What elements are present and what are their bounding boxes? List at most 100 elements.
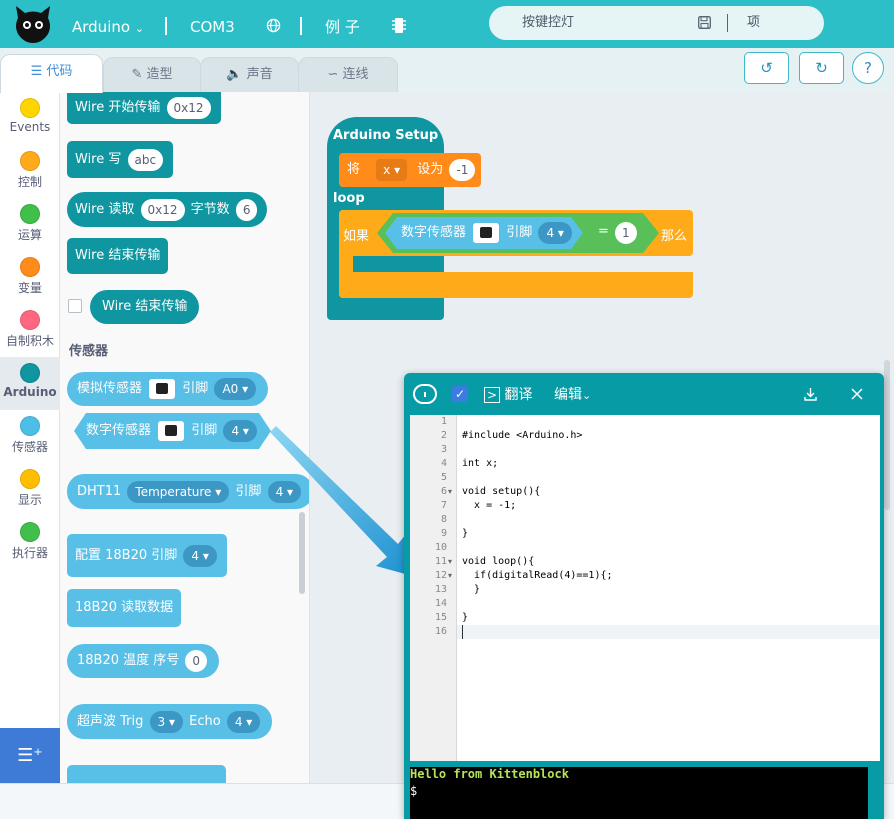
tab-label: 造型 — [146, 67, 173, 82]
category-events[interactable]: Events — [0, 92, 60, 145]
close-icon[interactable] — [851, 388, 863, 400]
category-dot — [20, 469, 40, 489]
block-18b20-read[interactable]: 18B20 读取数据 — [67, 589, 182, 627]
code-panel-header: ✓ > 翻译 编辑⌄ — [404, 373, 884, 415]
line-number: 13 — [434, 584, 447, 595]
addr-input[interactable]: 0x12 — [166, 96, 211, 119]
tab-label: 代码 — [46, 64, 73, 79]
board-menu[interactable]: Arduino ⌄ — [72, 0, 144, 48]
code-line: #include <Arduino.h> — [462, 430, 583, 441]
category-label: Arduino — [3, 385, 57, 399]
block-18b20-config[interactable]: 配置 18B20 引脚 4 ▾ — [67, 534, 227, 577]
pin-dropdown[interactable]: 4 ▾ — [183, 544, 217, 567]
add-extension-button[interactable]: ☰⁺ — [0, 728, 60, 783]
category-label: 显示 — [17, 493, 42, 507]
code-editor[interactable]: #include <Arduino.h> int x; void setup(){ … — [410, 415, 880, 761]
block-wire-end[interactable]: Wire 结束传输 — [67, 238, 169, 274]
mode-dropdown[interactable]: Temperature ▾ — [127, 480, 230, 503]
category-sensors[interactable]: 传感器 — [0, 410, 60, 463]
block-label: 数字传感器 — [401, 225, 467, 240]
category-display[interactable]: 显示 — [0, 463, 60, 516]
pin-dropdown[interactable]: 4 ▾ — [538, 222, 571, 244]
block-analog-sensor[interactable]: 模拟传感器 引脚 A0 ▾ — [67, 372, 269, 406]
block-label: Echo — [189, 714, 221, 729]
translate-button[interactable]: > 翻译 — [484, 373, 533, 417]
category-actuators[interactable]: 执行器 — [0, 516, 60, 569]
variable-dropdown[interactable]: x ▾ — [376, 158, 408, 181]
tab-costumes[interactable]: ✎ 造型 — [103, 57, 201, 93]
block-label: 超声波 Trig — [77, 714, 144, 729]
category-operators[interactable]: 运算 — [0, 198, 60, 251]
line-number: 11 — [434, 556, 447, 567]
bytes-input[interactable]: 6 — [235, 198, 258, 221]
if-block[interactable]: 如果 那么 数字传感器 引脚 4 ▾ = 1 — [339, 210, 693, 298]
block-label: 配置 18B20 引脚 — [75, 548, 178, 563]
download-icon[interactable] — [804, 387, 817, 401]
category-variables[interactable]: 变量 — [0, 251, 60, 304]
console-line: Hello from Kittenblock — [410, 767, 569, 781]
fold-arrow-icon[interactable]: ▾ — [448, 555, 452, 569]
block-wire-write[interactable]: Wire 写 abc — [67, 141, 174, 178]
port-menu[interactable]: COM3 — [190, 0, 235, 48]
edit-label: 编辑 — [554, 387, 582, 403]
index-input[interactable]: 0 — [185, 649, 208, 672]
block-label: Wire 结束传输 — [102, 299, 188, 314]
compare-value-input[interactable]: 1 — [615, 222, 637, 244]
block-18b20-temp[interactable]: 18B20 温度 序号 0 — [67, 644, 220, 678]
undo-button[interactable]: ↺ — [744, 52, 789, 84]
project-bar: 按键控灯 项目 ⌄ — [489, 6, 824, 64]
fold-arrow-icon[interactable]: ▾ — [448, 485, 452, 499]
fold-arrow-icon[interactable]: ▾ — [448, 569, 452, 583]
block-wire-begin[interactable]: Wire 开始传输 0x12 — [67, 92, 221, 124]
globe-icon[interactable] — [266, 18, 281, 33]
value-input[interactable]: abc — [127, 148, 164, 171]
tab-wiring[interactable]: ∽ 连线 — [298, 57, 398, 93]
arduino-icon — [413, 384, 437, 404]
line-number: 4 — [440, 458, 447, 469]
workspace-scrollbar[interactable] — [884, 360, 890, 510]
block-digital-sensor[interactable]: 数字传感器 引脚 4 ▾ — [74, 413, 271, 449]
board-label: Arduino — [72, 18, 131, 36]
then-label: 那么 — [661, 229, 688, 244]
help-button[interactable]: ? — [852, 52, 884, 84]
set-to-label: 设为 — [417, 162, 444, 177]
save-icon[interactable] — [698, 16, 711, 29]
echo-dropdown[interactable]: 4 ▾ — [226, 710, 261, 733]
block-ultrasonic[interactable]: 超声波 Trig 3 ▾ Echo 4 ▾ — [67, 704, 273, 739]
category-control[interactable]: 控制 — [0, 145, 60, 198]
block-label: 字节数 — [190, 202, 230, 217]
addr-input[interactable]: 0x12 — [140, 198, 185, 221]
block-partial[interactable] — [67, 765, 226, 783]
separator — [300, 17, 302, 35]
redo-button[interactable]: ↻ — [799, 52, 844, 84]
category-my-blocks[interactable]: 自制积木 — [0, 304, 60, 357]
category-label: 自制积木 — [5, 334, 54, 348]
edit-menu[interactable]: 编辑⌄ — [554, 373, 591, 418]
line-number: 16 — [434, 626, 447, 637]
checkbox[interactable] — [68, 299, 82, 313]
block-wire-end-reporter[interactable]: Wire 结束传输 — [90, 290, 200, 324]
line-number: 3 — [440, 444, 447, 455]
kittenblock-logo-icon[interactable] — [14, 4, 52, 44]
condition-digital-sensor[interactable]: 数字传感器 引脚 4 ▾ — [385, 217, 583, 249]
serial-console[interactable]: Hello from Kittenblock $ — [410, 767, 868, 819]
block-wire-read[interactable]: Wire 读取 0x12 字节数 6 — [67, 192, 268, 227]
code-line: } — [462, 612, 469, 623]
examples-menu[interactable]: 例 子 — [325, 0, 360, 48]
separator — [727, 14, 728, 32]
set-value-input[interactable]: -1 — [449, 158, 476, 181]
tab-sounds[interactable]: 🔈 声音 — [200, 57, 299, 93]
pin-dropdown[interactable]: 4 ▾ — [223, 420, 256, 442]
project-name-input[interactable]: 按键控灯 — [522, 6, 574, 40]
category-arduino[interactable]: Arduino — [0, 357, 60, 410]
set-variable-block[interactable]: 将 x ▾ 设为 -1 — [339, 153, 481, 187]
pin-dropdown[interactable]: A0 ▾ — [214, 377, 257, 400]
tab-code[interactable]: ☰ 代码 — [0, 54, 103, 93]
translate-label: 翻译 — [504, 387, 533, 403]
trig-dropdown[interactable]: 3 ▾ — [149, 710, 183, 733]
chip-icon[interactable] — [392, 17, 406, 34]
category-label: 控制 — [17, 175, 42, 189]
tab-label: 连线 — [342, 67, 369, 82]
block-label: 引脚 — [182, 381, 209, 396]
auto-generate-checkbox[interactable]: ✓ — [452, 386, 468, 402]
